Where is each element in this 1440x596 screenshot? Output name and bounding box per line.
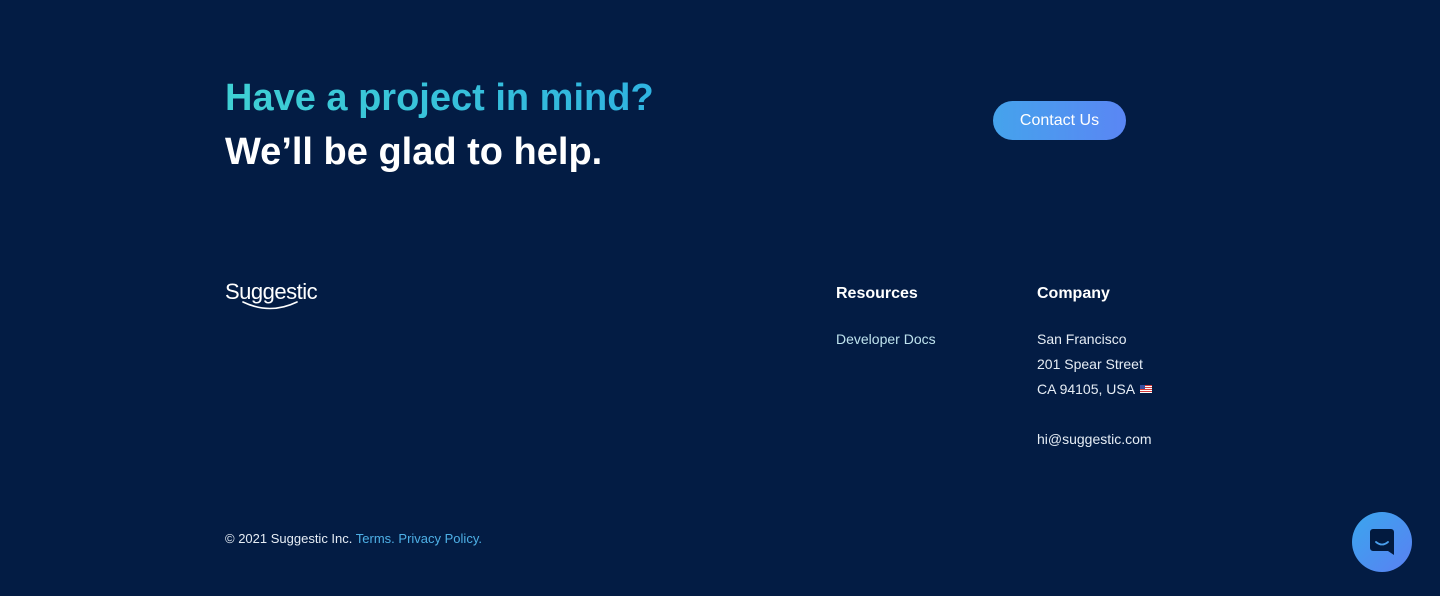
cta-title: Have a project in mind? [225, 77, 654, 119]
logo-smile-icon [242, 301, 298, 310]
address-street: 201 Spear Street [1037, 356, 1143, 372]
cta-subtitle: We’ll be glad to help. [225, 131, 603, 173]
company-column: Company San Francisco 201 Spear Street C… [1037, 284, 1153, 452]
footer-copyright: © 2021 Suggestic Inc. Terms. Privacy Pol… [225, 530, 482, 547]
copyright-text: © 2021 Suggestic Inc. [225, 531, 353, 546]
contact-us-button[interactable]: Contact Us [993, 101, 1126, 140]
resources-column: Resources Developer Docs [836, 284, 936, 352]
company-title: Company [1037, 285, 1110, 302]
privacy-policy-link[interactable]: Privacy Policy. [398, 531, 482, 546]
email-link[interactable]: hi@suggestic.com [1037, 427, 1152, 452]
chat-icon [1370, 529, 1394, 555]
terms-link[interactable]: Terms. [356, 531, 395, 546]
cta-headline: Have a project in mind? We’ll be glad to… [225, 76, 654, 174]
address-zip-line: CA 94105, USA [1037, 377, 1153, 402]
developer-docs-link[interactable]: Developer Docs [836, 327, 936, 352]
suggestic-logo[interactable]: Suggestic [225, 279, 335, 313]
address-city: San Francisco [1037, 331, 1127, 347]
chat-launcher-button[interactable] [1352, 512, 1412, 572]
resources-title: Resources [836, 285, 918, 302]
address-zip: CA 94105, USA [1037, 381, 1136, 397]
us-flag-icon [1140, 385, 1153, 393]
